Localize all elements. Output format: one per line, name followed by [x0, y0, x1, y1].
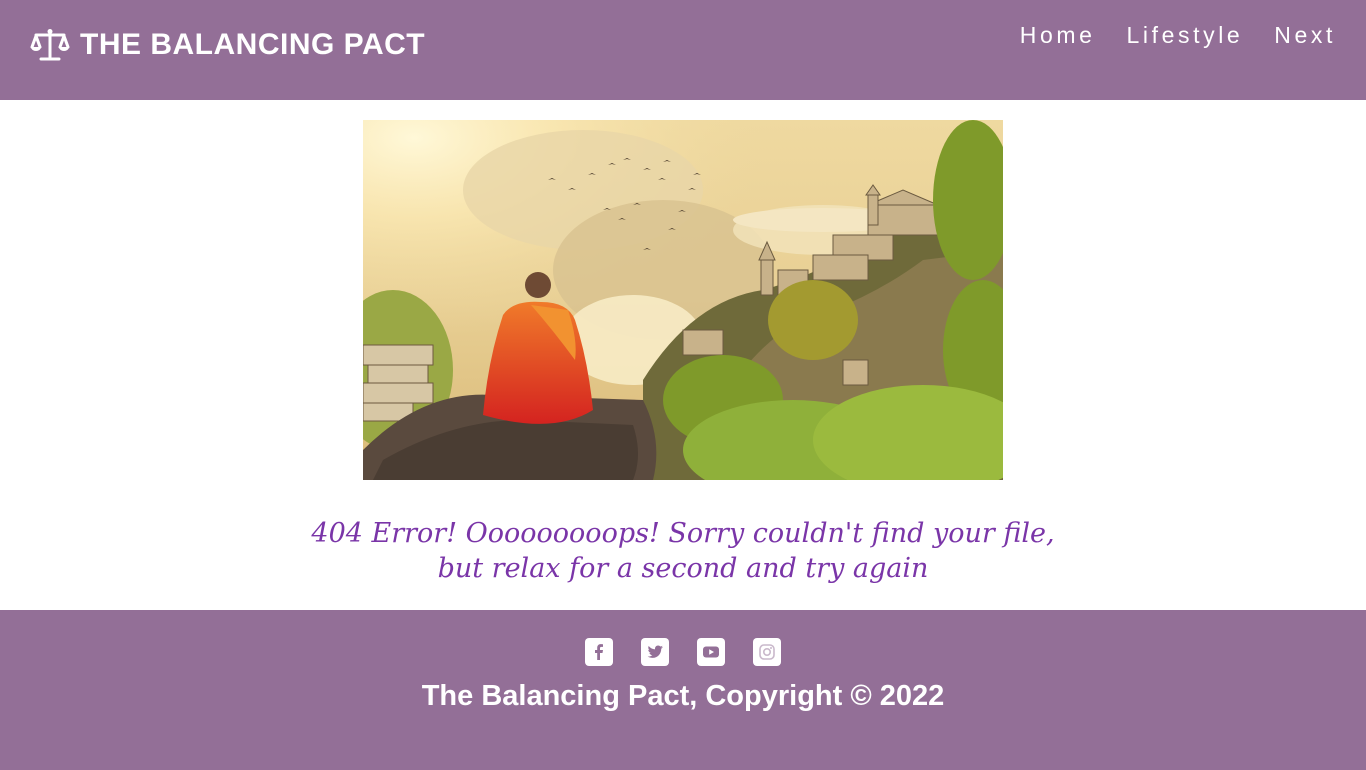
site-title: THE BALANCING PACT [80, 28, 426, 61]
nav-lifestyle-link[interactable]: Lifestyle [1127, 22, 1244, 49]
brand-home-link[interactable]: THE BALANCING PACT [30, 26, 425, 64]
twitter-link[interactable] [641, 638, 669, 666]
social-links [0, 638, 1366, 666]
youtube-icon [703, 646, 719, 658]
nav-next-link[interactable]: Next [1274, 22, 1336, 49]
twitter-icon [647, 645, 663, 658]
error-message-line-1: 404 Error! Ooooooooops! Sorry couldn't f… [311, 518, 1055, 549]
site-header: THE BALANCING PACT Home Lifestyle Next [0, 0, 1366, 100]
facebook-icon [595, 644, 603, 660]
instagram-link[interactable] [753, 638, 781, 666]
hero-image [363, 120, 1003, 480]
main-nav: Home Lifestyle Next [1020, 20, 1336, 50]
error-message-line-2: but relax for a second and try again [437, 553, 929, 584]
site-footer: The Balancing Pact, Copyright © 2022 [0, 610, 1366, 770]
youtube-link[interactable] [697, 638, 725, 666]
facebook-link[interactable] [585, 638, 613, 666]
nav-home-link[interactable]: Home [1020, 22, 1096, 49]
error-message: 404 Error! Ooooooooops! Sorry couldn't f… [283, 516, 1083, 586]
balance-scale-icon [30, 29, 70, 61]
instagram-icon [759, 644, 775, 660]
copyright-text: The Balancing Pact, Copyright © 2022 [421, 680, 945, 712]
